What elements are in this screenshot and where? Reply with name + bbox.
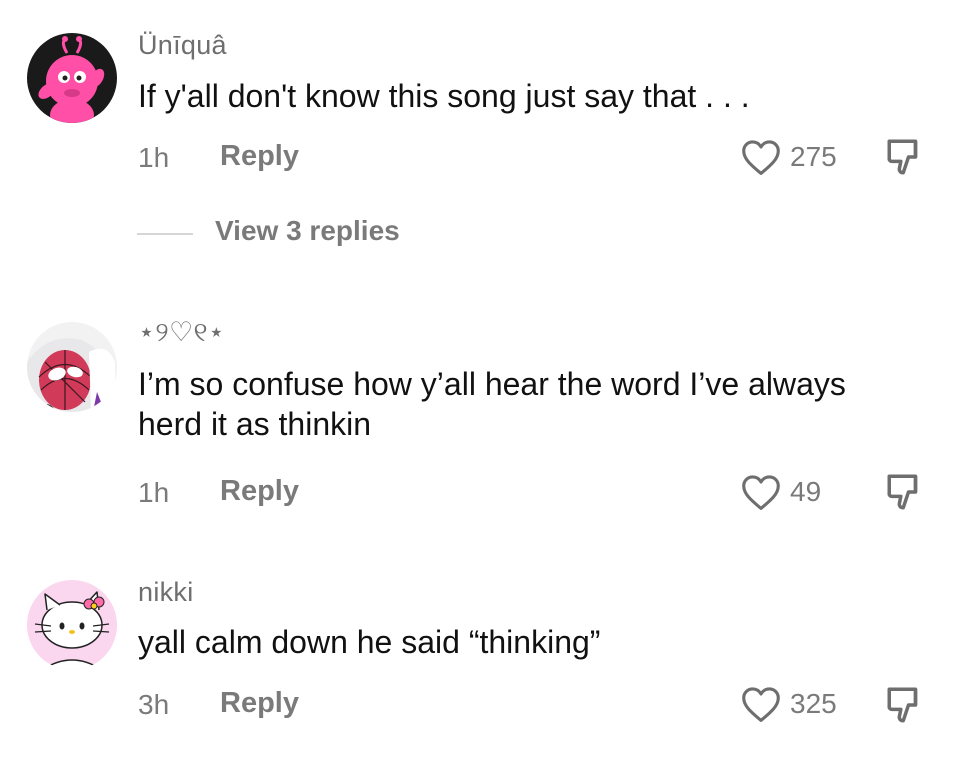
kitty-avatar-icon — [27, 580, 117, 670]
dislike-button[interactable] — [884, 471, 926, 513]
avatar[interactable] — [27, 322, 117, 412]
username[interactable]: Ünīquâ — [138, 30, 227, 61]
username[interactable]: ⋆୨♡୧⋆ — [138, 317, 225, 349]
comment-time: 1h — [138, 142, 170, 173]
reply-button[interactable]: Reply — [220, 687, 299, 720]
avatar[interactable] — [27, 33, 117, 123]
username[interactable]: nikki — [138, 577, 194, 608]
heart-outline-icon — [742, 687, 780, 722]
like-button[interactable]: 275 — [740, 138, 837, 176]
comment-time: 1h — [138, 477, 170, 508]
divider — [137, 233, 193, 235]
reply-button[interactable]: Reply — [220, 140, 299, 173]
like-button[interactable]: 325 — [740, 685, 837, 723]
dislike-button[interactable] — [884, 684, 926, 726]
spider-hero-avatar-icon — [27, 322, 117, 412]
like-count: 49 — [790, 476, 822, 507]
comment-time: 3h — [138, 689, 170, 720]
thumbs-down-icon — [887, 687, 918, 723]
like-button[interactable]: 49 — [740, 473, 821, 511]
thumbs-down-icon — [887, 474, 918, 510]
comment-text: If y'all don't know this song just say t… — [138, 78, 750, 114]
reply-button[interactable]: Reply — [220, 475, 299, 508]
dislike-button[interactable] — [884, 136, 926, 178]
pink-character-avatar-icon — [27, 33, 117, 123]
heart-outline-icon — [742, 140, 780, 175]
thumbs-down-icon — [887, 139, 918, 175]
view-replies-button[interactable]: View 3 replies — [215, 215, 400, 247]
avatar[interactable] — [27, 580, 117, 670]
like-count: 325 — [790, 688, 837, 719]
heart-outline-icon — [742, 475, 780, 510]
comment-text: yall calm down he said “thinking” — [138, 624, 601, 660]
like-count: 275 — [790, 141, 837, 172]
comment-text: I’m so confuse how y’all hear the word I… — [138, 366, 846, 442]
